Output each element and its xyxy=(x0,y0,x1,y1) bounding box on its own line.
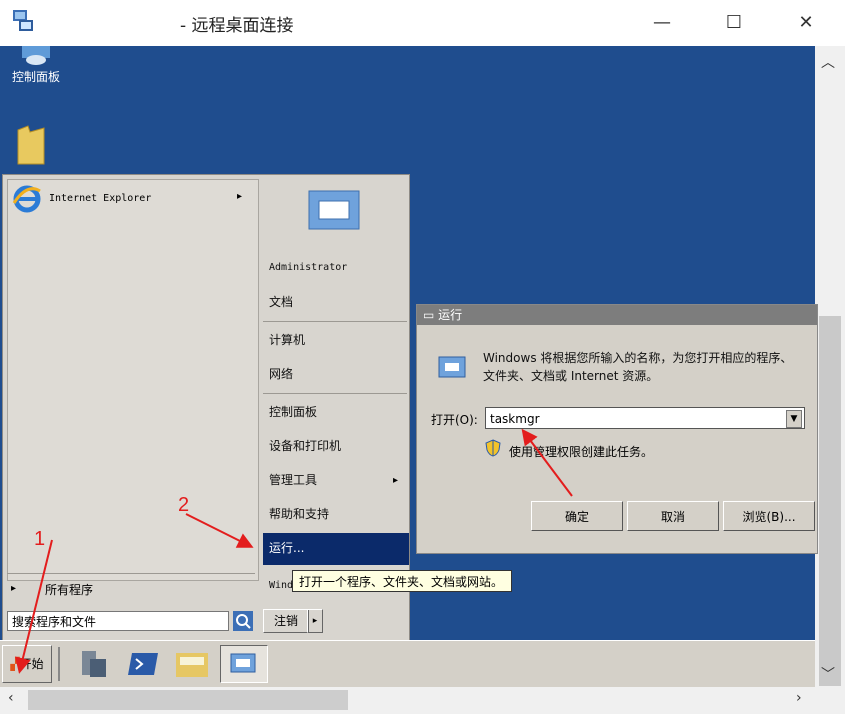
annotation-overlay xyxy=(15,428,573,674)
annotation-arrow-2 xyxy=(185,513,254,548)
annotation-step-1: 1 xyxy=(34,528,46,550)
annotation-arrow-3 xyxy=(521,428,573,497)
annotation-step-2: 2 xyxy=(178,494,190,516)
annotation-arrow-1 xyxy=(15,539,53,674)
